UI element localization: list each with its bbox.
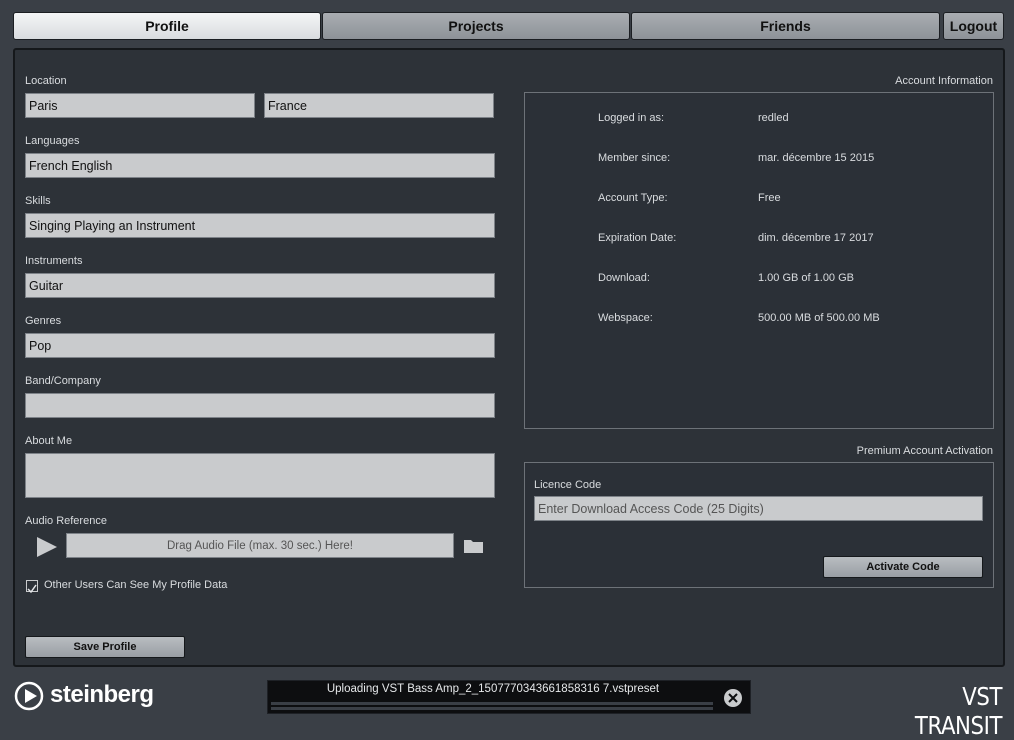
about-field[interactable] — [25, 453, 495, 498]
city-field[interactable]: Paris — [25, 93, 255, 118]
band-label: Band/Company — [25, 375, 101, 387]
product-name: VST TRANSIT — [914, 682, 1003, 740]
steinberg-logo-icon — [14, 681, 44, 711]
tab-profile-label: Profile — [145, 18, 189, 34]
tab-projects-label: Projects — [448, 18, 504, 34]
activate-code-button[interactable]: Activate Code — [823, 556, 983, 578]
account-key: Member since: — [598, 152, 671, 164]
account-key: Download: — [598, 272, 650, 284]
account-value: 500.00 MB of 500.00 MB — [758, 312, 880, 324]
account-key: Expiration Date: — [598, 232, 677, 244]
languages-label: Languages — [25, 135, 80, 147]
account-info-box: Logged in as: redled Member since: mar. … — [524, 92, 994, 429]
languages-field[interactable]: French English — [25, 153, 495, 178]
account-value: mar. décembre 15 2015 — [758, 152, 875, 164]
tab-friends-label: Friends — [760, 18, 811, 34]
profile-panel: Location Paris France Languages French E… — [13, 48, 1005, 667]
band-field[interactable] — [25, 393, 495, 418]
account-info-title: Account Information — [895, 75, 993, 87]
country-field[interactable]: France — [264, 93, 494, 118]
folder-icon[interactable] — [463, 537, 485, 555]
genres-label: Genres — [25, 315, 62, 327]
logout-button[interactable]: Logout — [943, 12, 1004, 40]
instruments-label: Instruments — [25, 255, 83, 267]
activate-code-label: Activate Code — [866, 561, 940, 573]
upload-progress-track — [271, 707, 713, 710]
close-icon[interactable] — [723, 688, 743, 708]
premium-box: Licence Code Enter Download Access Code … — [524, 462, 994, 588]
skills-label: Skills — [25, 195, 51, 207]
account-key: Logged in as: — [598, 112, 665, 124]
play-icon[interactable] — [35, 535, 59, 559]
about-label: About Me — [25, 435, 73, 447]
visibility-checkbox[interactable] — [26, 580, 38, 594]
instruments-field[interactable]: Guitar — [25, 273, 495, 298]
checkmark-icon — [27, 584, 37, 594]
account-key: Webspace: — [598, 312, 653, 324]
premium-title: Premium Account Activation — [856, 445, 993, 457]
audio-drop-zone[interactable]: Drag Audio File (max. 30 sec.) Here! — [66, 533, 454, 558]
genres-field[interactable]: Pop — [25, 333, 495, 358]
tab-projects[interactable]: Projects — [322, 12, 630, 40]
account-key: Account Type: — [598, 192, 668, 204]
upload-status-bar: Uploading VST Bass Amp_2_150777034366185… — [267, 680, 751, 714]
skills-field[interactable]: Singing Playing an Instrument — [25, 213, 495, 238]
account-value: 1.00 GB of 1.00 GB — [758, 272, 855, 284]
location-label: Location — [25, 75, 67, 87]
upload-status-text: Uploading VST Bass Amp_2_150777034366185… — [326, 683, 660, 695]
licence-code-input[interactable]: Enter Download Access Code (25 Digits) — [534, 496, 983, 521]
account-value: dim. décembre 17 2017 — [758, 232, 874, 244]
visibility-label: Other Users Can See My Profile Data — [44, 579, 228, 591]
licence-code-label: Licence Code — [534, 479, 602, 491]
audio-reference-label: Audio Reference — [25, 515, 107, 527]
tab-profile[interactable]: Profile — [13, 12, 321, 40]
save-profile-label: Save Profile — [73, 641, 137, 653]
upload-progress-track — [271, 702, 713, 705]
account-value: Free — [758, 192, 781, 204]
brand-name: steinberg — [50, 681, 154, 708]
save-profile-button[interactable]: Save Profile — [25, 636, 185, 658]
logout-label: Logout — [949, 18, 998, 34]
tab-friends[interactable]: Friends — [631, 12, 940, 40]
account-value: redled — [758, 112, 789, 124]
